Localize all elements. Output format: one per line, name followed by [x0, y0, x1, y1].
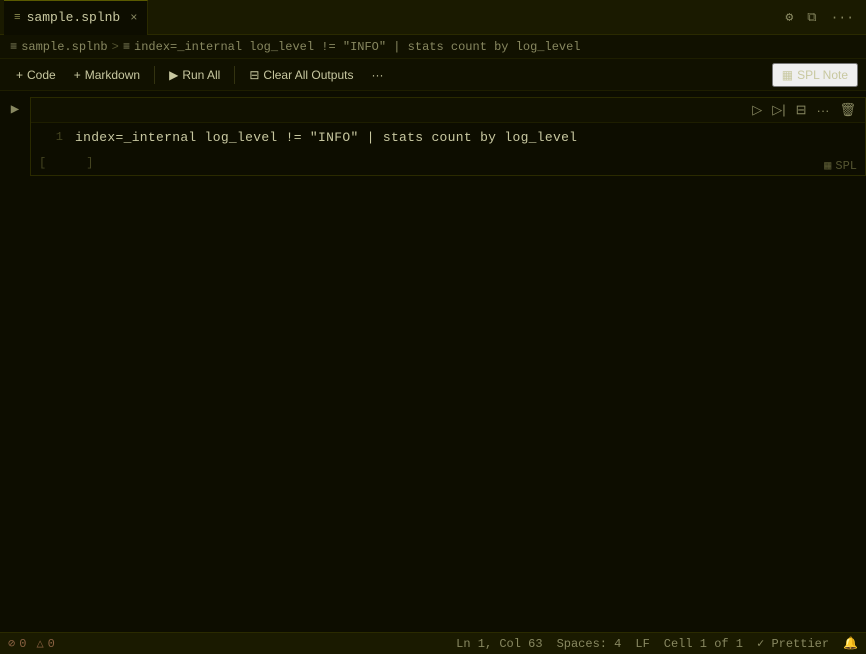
more-actions-icon[interactable]: ···	[831, 10, 854, 25]
check-icon: ✓	[757, 637, 764, 651]
code-content: index=_internal log_level != "INFO" | st…	[75, 130, 577, 145]
warning-count[interactable]: △ 0	[36, 636, 54, 651]
cell-delete-button[interactable]: 🗑	[834, 100, 861, 120]
cell-run-next-button[interactable]: ▷|	[767, 100, 790, 120]
notebook-toolbar: + Code + Markdown ▶ Run All ⊟ Clear All …	[0, 59, 866, 91]
formatter-status[interactable]: ✓ Prettier	[757, 636, 829, 651]
tab-file-icon: ≡	[14, 12, 21, 24]
breadcrumb-cell-icon: ≡	[123, 40, 130, 54]
cell-editor[interactable]: ▷ ▷| ⊟ ··· 🗑 1 index=_internal log_level	[30, 97, 866, 176]
ln-col-status[interactable]: Ln 1, Col 63	[456, 637, 542, 651]
tab-label: sample.splnb	[27, 10, 121, 25]
cell-info-status: Cell 1 of 1	[664, 637, 743, 651]
error-icon: ⊘	[8, 636, 15, 651]
line-number: 1	[43, 130, 63, 144]
tab-close-button[interactable]: ×	[130, 11, 137, 25]
cell-more-button[interactable]: ···	[811, 100, 834, 120]
spl-label-text: SPL	[835, 159, 857, 173]
run-all-button[interactable]: ▶ Run All	[161, 65, 228, 85]
settings-icon[interactable]: ⚙	[785, 10, 793, 25]
cell-language-label: ▦ SPL	[824, 158, 857, 173]
cell-run-button[interactable]: ▶	[0, 97, 30, 118]
cell-wrapper: ▶ ▷ ▷| ⊟ ··· 🗑	[0, 97, 866, 176]
status-right: Ln 1, Col 63 Spaces: 4 LF Cell 1 of 1 ✓ …	[456, 636, 858, 651]
breadcrumb-item-1[interactable]: ≡ sample.splnb	[10, 40, 108, 54]
spl-note-icon: ▦	[782, 68, 793, 82]
run-all-icon: ▶	[169, 68, 178, 82]
bracket-open: [	[39, 156, 46, 170]
tab-sample-splnb[interactable]: ≡ sample.splnb ×	[4, 0, 148, 35]
breadcrumb-filename: sample.splnb	[21, 40, 107, 54]
code-line-1[interactable]: 1 index=_internal log_level != "INFO" | …	[31, 123, 865, 151]
error-count-value: 0	[19, 637, 26, 651]
breadcrumb: ≡ sample.splnb > ≡ index=_internal log_l…	[0, 35, 866, 59]
cell-run-cell-button[interactable]: ▷	[747, 100, 767, 120]
tab-settings-row: ⚙ ⧉ ···	[785, 10, 862, 25]
cell-actions-bar: ▷ ▷| ⊟ ··· 🗑	[31, 98, 865, 123]
cell-action-run-icon: ▷	[752, 102, 762, 117]
error-count[interactable]: ⊘ 0	[8, 636, 26, 651]
clear-icon: ⊟	[249, 68, 259, 82]
clear-all-outputs-button[interactable]: ⊟ Clear All Outputs	[241, 65, 361, 85]
add-markdown-icon: +	[74, 68, 81, 82]
run-all-label: Run All	[182, 68, 220, 82]
more-toolbar-button[interactable]: ···	[363, 65, 391, 85]
warn-count-value: 0	[48, 637, 55, 651]
breadcrumb-file-icon: ≡	[10, 40, 17, 54]
status-bar: ⊘ 0 △ 0 Ln 1, Col 63 Spaces: 4 LF Cell 1…	[0, 632, 866, 654]
add-markdown-button[interactable]: + Markdown	[66, 65, 148, 85]
spaces-status[interactable]: Spaces: 4	[557, 637, 622, 651]
cell-action-run-next-icon: ▷|	[772, 102, 785, 117]
toolbar-right: ▦ SPL Note	[772, 63, 858, 87]
split-editor-icon[interactable]: ⧉	[807, 10, 816, 25]
tab-bar: ≡ sample.splnb × ⚙ ⧉ ···	[0, 0, 866, 35]
formatter-label: Prettier	[771, 637, 829, 651]
cell-output-bracket: [ ]	[31, 151, 865, 175]
cell-action-collapse-icon: ⊟	[796, 102, 807, 117]
toolbar-separator	[154, 66, 155, 84]
add-code-icon: +	[16, 68, 23, 82]
status-left: ⊘ 0 △ 0	[8, 636, 55, 651]
spl-note-label: SPL Note	[797, 68, 848, 82]
notebook-cell-area: ▶ ▷ ▷| ⊟ ··· 🗑	[0, 91, 866, 632]
bracket-close: ]	[86, 156, 93, 170]
breadcrumb-item-2[interactable]: ≡ index=_internal log_level != "INFO" | …	[123, 40, 581, 54]
toolbar-separator-2	[234, 66, 235, 84]
clear-label: Clear All Outputs	[263, 68, 353, 82]
add-code-button[interactable]: + Code	[8, 65, 64, 85]
breadcrumb-cell-query: index=_internal log_level != "INFO" | st…	[134, 40, 580, 54]
spl-bar-chart-icon: ▦	[824, 158, 831, 173]
bell-icon[interactable]: 🔔	[843, 636, 858, 651]
more-icon: ···	[371, 68, 383, 82]
breadcrumb-separator: >	[112, 40, 119, 54]
add-markdown-label: Markdown	[85, 68, 140, 82]
cell-run-icon: ▶	[11, 101, 19, 118]
cell-action-trash-icon: 🗑	[839, 102, 856, 117]
eol-status[interactable]: LF	[635, 637, 649, 651]
cell-collapse-button[interactable]: ⊟	[791, 100, 812, 120]
spl-note-button[interactable]: ▦ SPL Note	[772, 63, 858, 87]
cell-action-more-icon: ···	[816, 103, 829, 118]
add-code-label: Code	[27, 68, 56, 82]
warn-icon: △	[36, 636, 43, 651]
